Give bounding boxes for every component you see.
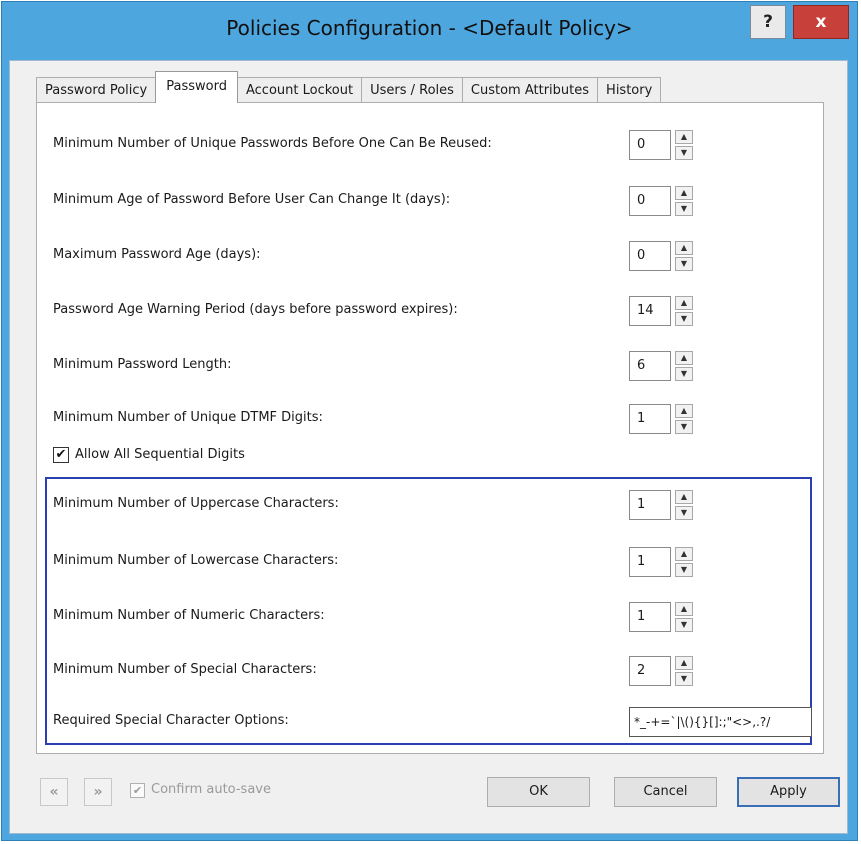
confirm-autosave-label[interactable]: Confirm auto-save [151,782,271,797]
spin-up-icon[interactable]: ▲ [675,130,693,144]
spin-up-icon[interactable]: ▲ [675,186,693,200]
setting-row: Password Age Warning Period (days before… [37,296,823,326]
title-bar[interactable]: Policies Configuration - <Default Policy… [2,2,857,60]
setting-label: Minimum Number of Uppercase Characters: [53,496,339,511]
password-tab-panel: Minimum Number of Unique Passwords Befor… [36,102,824,754]
setting-label: Maximum Password Age (days): [53,247,261,262]
spin-down-icon[interactable]: ▼ [675,420,693,434]
tab-history[interactable]: History [597,77,662,103]
setting-label: Password Age Warning Period (days before… [53,302,458,317]
policies-dialog: Policies Configuration - <Default Policy… [1,1,858,841]
setting-row: Minimum Number of Uppercase Characters: … [47,490,833,520]
maximum-age-stepper[interactable]: 0 ▲ ▼ [629,241,699,271]
password-length-stepper[interactable]: 6 ▲ ▼ [629,351,699,381]
complexity-group: Minimum Number of Uppercase Characters: … [45,477,812,745]
spin-down-icon[interactable]: ▼ [675,146,693,160]
warning-period-stepper[interactable]: 14 ▲ ▼ [629,296,699,326]
dtmf-digits-stepper[interactable]: 1 ▲ ▼ [629,404,699,434]
next-icon[interactable]: » [84,778,112,806]
setting-label: Minimum Number of Lowercase Characters: [53,553,339,568]
apply-button[interactable]: Apply [737,777,840,807]
setting-label: Minimum Number of Numeric Characters: [53,608,325,623]
tab-password-policy[interactable]: Password Policy [36,77,157,103]
stepper-value[interactable]: 1 [629,602,671,632]
special-options-label: Required Special Character Options: [53,713,289,728]
uppercase-stepper[interactable]: 1 ▲ ▼ [629,490,699,520]
spin-up-icon[interactable]: ▲ [675,351,693,365]
confirm-autosave-checkbox[interactable]: ✔ [130,783,145,798]
spin-up-icon[interactable]: ▲ [675,547,693,561]
tab-account-lockout[interactable]: Account Lockout [236,77,363,103]
stepper-value[interactable]: 0 [629,186,671,216]
window-title: Policies Configuration - <Default Policy… [226,16,633,40]
spin-down-icon[interactable]: ▼ [675,618,693,632]
setting-row: Minimum Number of Unique DTMF Digits: 1 … [37,404,823,434]
spin-down-icon[interactable]: ▼ [675,312,693,326]
tab-password[interactable]: Password [155,71,238,103]
setting-row: Minimum Number of Unique Passwords Befor… [37,130,823,160]
stepper-value[interactable]: 1 [629,404,671,434]
setting-row: Minimum Password Length: 6 ▲ ▼ [37,351,823,381]
setting-row: Minimum Number of Lowercase Characters: … [47,547,833,577]
setting-row: Minimum Age of Password Before User Can … [37,186,823,216]
cancel-button[interactable]: Cancel [614,777,717,807]
setting-label: Minimum Number of Unique Passwords Befor… [53,136,492,151]
lowercase-stepper[interactable]: 1 ▲ ▼ [629,547,699,577]
footer-bar: « » ✔ Confirm auto-save OK Cancel Apply [10,754,847,834]
stepper-value[interactable]: 0 [629,130,671,160]
spin-down-icon[interactable]: ▼ [675,202,693,216]
spin-up-icon[interactable]: ▲ [675,241,693,255]
setting-row: Minimum Number of Special Characters: 2 … [47,656,833,686]
allow-sequential-checkbox[interactable]: ✔ [53,447,69,463]
spin-up-icon[interactable]: ▲ [675,296,693,310]
numeric-stepper[interactable]: 1 ▲ ▼ [629,602,699,632]
stepper-value[interactable]: 14 [629,296,671,326]
dialog-body: Password Policy Password Account Lockout… [9,60,848,834]
special-stepper[interactable]: 2 ▲ ▼ [629,656,699,686]
setting-row: Minimum Number of Numeric Characters: 1 … [47,602,833,632]
spin-up-icon[interactable]: ▲ [675,656,693,670]
ok-button[interactable]: OK [487,777,590,807]
close-button[interactable]: x [793,5,849,39]
spin-down-icon[interactable]: ▼ [675,506,693,520]
setting-row: Required Special Character Options: *_-+… [47,707,833,737]
setting-label: Minimum Number of Special Characters: [53,662,317,677]
spin-up-icon[interactable]: ▲ [675,602,693,616]
spin-up-icon[interactable]: ▲ [675,404,693,418]
tab-users-roles[interactable]: Users / Roles [361,77,463,103]
minimum-age-stepper[interactable]: 0 ▲ ▼ [629,186,699,216]
stepper-value[interactable]: 0 [629,241,671,271]
unique-passwords-stepper[interactable]: 0 ▲ ▼ [629,130,699,160]
spin-down-icon[interactable]: ▼ [675,367,693,381]
setting-label: Minimum Password Length: [53,357,232,372]
tab-custom-attributes[interactable]: Custom Attributes [461,77,599,103]
previous-icon[interactable]: « [40,778,68,806]
stepper-value[interactable]: 1 [629,547,671,577]
allow-sequential-label[interactable]: Allow All Sequential Digits [75,447,245,462]
setting-row: Maximum Password Age (days): 0 ▲ ▼ [37,241,823,271]
setting-label: Minimum Number of Unique DTMF Digits: [53,410,323,425]
spin-down-icon[interactable]: ▼ [675,257,693,271]
help-button[interactable]: ? [750,5,786,39]
setting-label: Minimum Age of Password Before User Can … [53,192,451,207]
stepper-value[interactable]: 1 [629,490,671,520]
special-options-field[interactable]: *_-+=`|\(){}[]:;"<>,.?/ [629,707,812,737]
stepper-value[interactable]: 2 [629,656,671,686]
spin-up-icon[interactable]: ▲ [675,490,693,504]
spin-down-icon[interactable]: ▼ [675,672,693,686]
spin-down-icon[interactable]: ▼ [675,563,693,577]
tab-strip: Password Policy Password Account Lockout… [36,71,662,103]
stepper-value[interactable]: 6 [629,351,671,381]
